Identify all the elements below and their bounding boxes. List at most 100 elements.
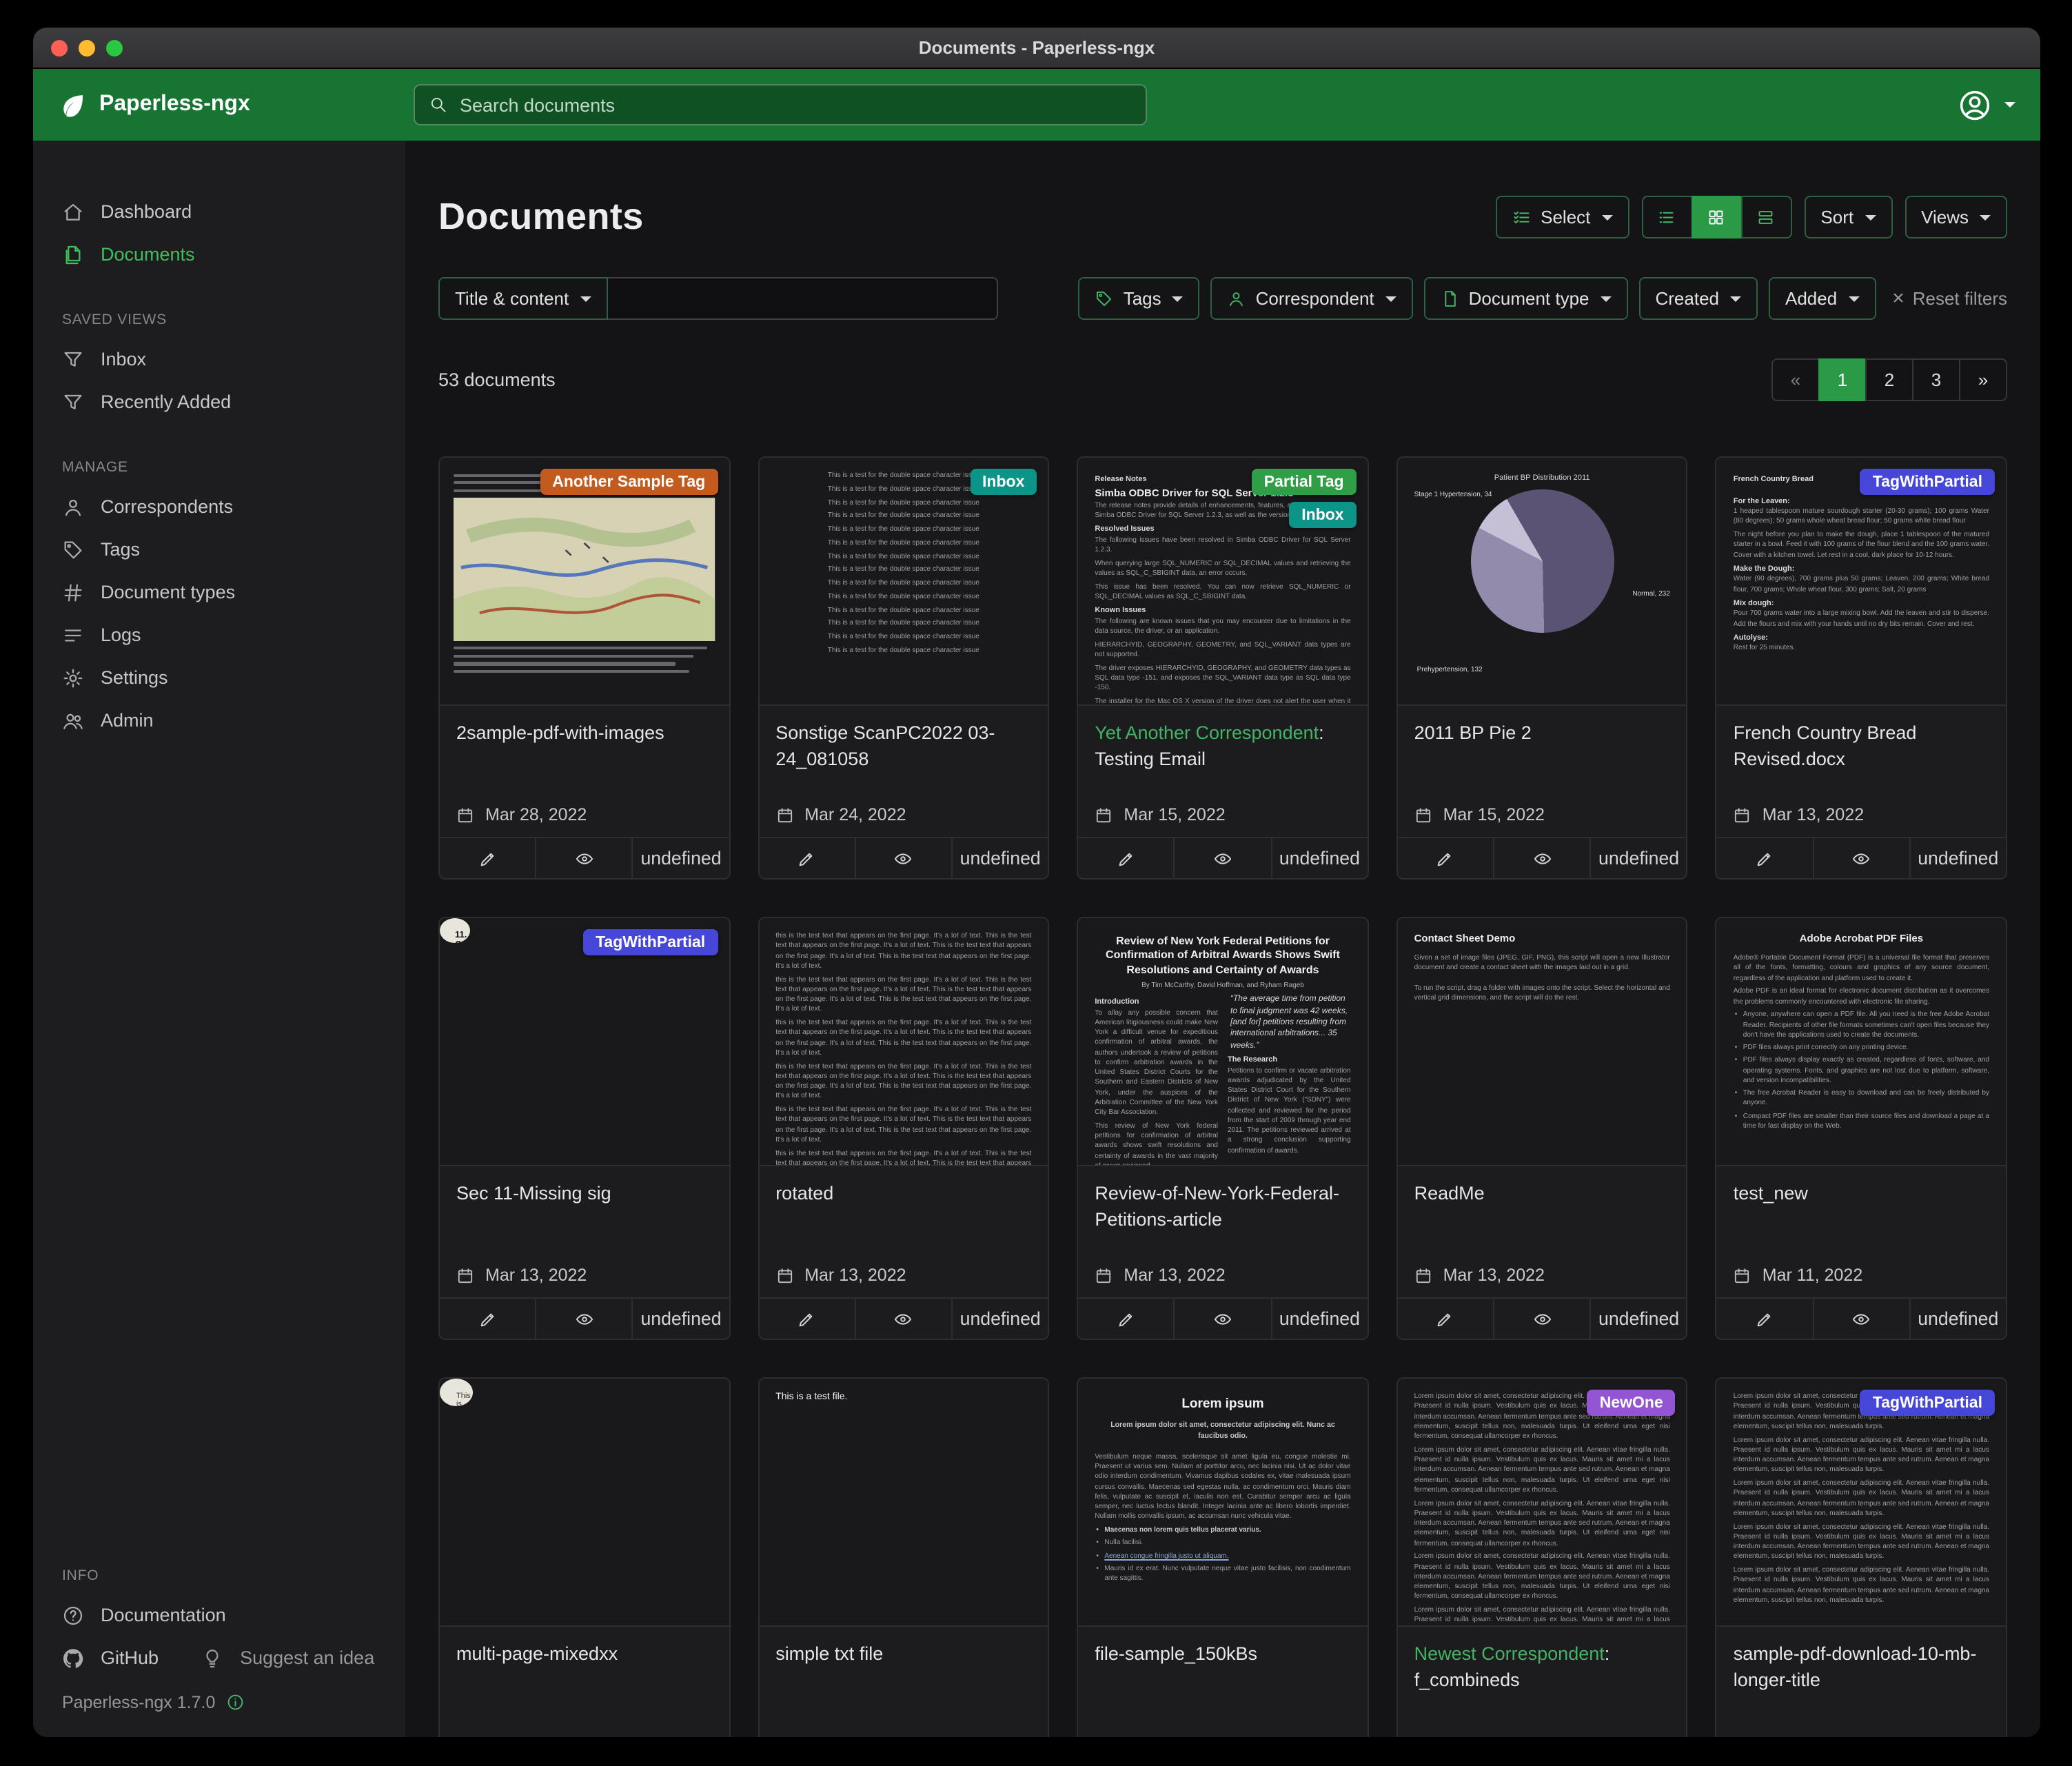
correspondent-link[interactable]: Newest Correspondent [1414, 1643, 1605, 1664]
tag-chip[interactable]: Inbox [1289, 502, 1356, 528]
sidebar-item-suggest-idea[interactable]: Suggest an idea [172, 1636, 388, 1679]
detail-view-button[interactable] [1740, 196, 1791, 238]
download-document-button[interactable]: undefined [1909, 838, 2006, 878]
pagination-page-1-button[interactable]: 1 [1818, 358, 1867, 401]
close-window-button[interactable] [51, 39, 68, 56]
sidebar-item-inbox[interactable]: Inbox [33, 338, 405, 380]
document-type-filter-button[interactable]: Document type [1424, 277, 1628, 320]
global-search[interactable] [414, 84, 1147, 125]
document-title[interactable]: rotated [775, 1180, 1031, 1206]
document-title[interactable]: test_new [1734, 1180, 1989, 1206]
edit-document-button[interactable] [1078, 838, 1173, 878]
document-title[interactable]: Sonstige ScanPC2022 03-24_081058 [775, 720, 1031, 773]
view-document-button[interactable] [1174, 838, 1270, 878]
view-document-button[interactable] [1493, 838, 1589, 878]
download-document-button[interactable]: undefined [1589, 1299, 1686, 1339]
document-thumbnail[interactable]: This is a test file. [759, 1379, 1048, 1627]
info-icon[interactable] [226, 1694, 245, 1712]
edit-document-button[interactable] [440, 838, 535, 878]
sidebar-item-github[interactable]: GitHub [33, 1636, 172, 1679]
sidebar-item-recently-added[interactable]: Recently Added [33, 380, 405, 423]
document-thumbnail[interactable]: Lorem ipsumLorem ipsum dolor sit amet, c… [1078, 1379, 1367, 1627]
sort-button[interactable]: Sort [1804, 196, 1892, 238]
document-thumbnail[interactable]: Lorem ipsum dolor sit amet, consectetur … [1398, 1379, 1687, 1627]
edit-document-button[interactable] [440, 1299, 535, 1339]
document-title[interactable]: sample-pdf-download-10-mb-longer-title [1734, 1641, 1989, 1694]
search-input[interactable] [460, 94, 1132, 115]
view-document-button[interactable] [1493, 1299, 1589, 1339]
edit-document-button[interactable] [1398, 838, 1493, 878]
download-document-button[interactable]: undefined [1589, 838, 1686, 878]
created-filter-button[interactable]: Created [1639, 277, 1758, 320]
list-view-button[interactable] [1641, 196, 1692, 238]
document-title[interactable]: French Country Bread Revised.docx [1734, 720, 1989, 773]
correspondent-filter-button[interactable]: Correspondent [1211, 277, 1413, 320]
sidebar-item-documents[interactable]: Documents [33, 233, 405, 276]
tag-chip[interactable]: TagWithPartial [1860, 469, 1995, 495]
document-thumbnail[interactable]: 11. CONTINUING MEDICAL EDUCAHave you par… [440, 918, 729, 1166]
document-title[interactable]: Sec 11-Missing sig [456, 1180, 712, 1206]
view-document-button[interactable] [535, 1299, 631, 1339]
download-document-button[interactable]: undefined [632, 838, 729, 878]
edit-document-button[interactable] [759, 838, 854, 878]
title-content-filter-input[interactable] [607, 277, 997, 320]
edit-document-button[interactable] [1717, 1299, 1812, 1339]
document-thumbnail[interactable]: Release NotesSimba ODBC Driver for SQL S… [1078, 458, 1367, 706]
title-content-filter-button[interactable]: Title & content [438, 277, 607, 320]
document-thumbnail[interactable]: This is a test for the double space char… [759, 458, 1048, 706]
document-title[interactable]: ReadMe [1414, 1180, 1670, 1206]
tag-chip[interactable]: NewOne [1587, 1390, 1676, 1416]
sidebar-item-documentation[interactable]: Documentation [33, 1594, 405, 1636]
edit-document-button[interactable] [1717, 838, 1812, 878]
document-title[interactable]: Newest Correspondent: f_combineds [1414, 1641, 1670, 1694]
document-title[interactable]: 2011 BP Pie 2 [1414, 720, 1670, 746]
download-document-button[interactable]: undefined [1909, 1299, 2006, 1339]
sidebar-item-admin[interactable]: Admin [33, 699, 405, 742]
sidebar-item-tags[interactable]: Tags [33, 528, 405, 571]
download-document-button[interactable]: undefined [951, 838, 1048, 878]
document-thumbnail[interactable]: Contact Sheet DemoGiven a set of image f… [1398, 918, 1687, 1166]
view-document-button[interactable] [855, 1299, 951, 1339]
document-thumbnail[interactable]: this is the test text that appears on th… [759, 918, 1048, 1166]
pagination-prev-button[interactable]: « [1771, 358, 1820, 401]
pagination-page-3-button[interactable]: 3 [1912, 358, 1960, 401]
document-thumbnail[interactable]: This is a multi page document. Page 1. [440, 1379, 729, 1627]
tag-chip[interactable]: Another Sample Tag [540, 469, 718, 495]
document-thumbnail[interactable]: Another Sample Tag [440, 458, 729, 706]
correspondent-link[interactable]: Yet Another Correspondent [1095, 722, 1319, 743]
sidebar-item-document-types[interactable]: Document types [33, 571, 405, 613]
zoom-window-button[interactable] [106, 39, 123, 56]
user-menu[interactable] [1958, 88, 2015, 122]
edit-document-button[interactable] [1078, 1299, 1173, 1339]
tag-chip[interactable]: Partial Tag [1252, 469, 1357, 495]
tag-chip[interactable]: TagWithPartial [583, 929, 718, 955]
pagination-page-2-button[interactable]: 2 [1865, 358, 1913, 401]
download-document-button[interactable]: undefined [1270, 1299, 1367, 1339]
download-document-button[interactable]: undefined [632, 1299, 729, 1339]
view-document-button[interactable] [535, 838, 631, 878]
sidebar-item-dashboard[interactable]: Dashboard [33, 190, 405, 233]
document-title[interactable]: simple txt file [775, 1641, 1031, 1667]
view-document-button[interactable] [855, 838, 951, 878]
download-document-button[interactable]: undefined [1270, 838, 1367, 878]
tags-filter-button[interactable]: Tags [1079, 277, 1200, 320]
document-title[interactable]: Yet Another Correspondent: Testing Email [1095, 720, 1350, 773]
grid-view-button[interactable] [1691, 196, 1742, 238]
document-title[interactable]: multi-page-mixedxx [456, 1641, 712, 1667]
view-document-button[interactable] [1174, 1299, 1270, 1339]
reset-filters-button[interactable]: × Reset filters [1892, 288, 2007, 309]
tag-chip[interactable]: TagWithPartial [1860, 1390, 1995, 1416]
download-document-button[interactable]: undefined [951, 1299, 1048, 1339]
sidebar-item-logs[interactable]: Logs [33, 613, 405, 656]
document-thumbnail[interactable]: Adobe Acrobat PDF FilesAdobe® Portable D… [1717, 918, 2006, 1166]
document-title[interactable]: file-sample_150kBs [1095, 1641, 1350, 1667]
added-filter-button[interactable]: Added [1769, 277, 1876, 320]
document-thumbnail[interactable]: French Country BreadFor the Leaven:1 hea… [1717, 458, 2006, 706]
views-button[interactable]: Views [1905, 196, 2007, 238]
tag-chip[interactable]: Inbox [970, 469, 1037, 495]
document-title[interactable]: 2sample-pdf-with-images [456, 720, 712, 746]
document-thumbnail[interactable]: Patient BP Distribution 2011Normal, 232P… [1398, 458, 1687, 706]
sidebar-item-correspondents[interactable]: Correspondents [33, 485, 405, 528]
app-brand[interactable]: Paperless-ngx [58, 90, 414, 119]
document-thumbnail[interactable]: Lorem ipsum dolor sit amet, consectetur … [1717, 1379, 2006, 1627]
